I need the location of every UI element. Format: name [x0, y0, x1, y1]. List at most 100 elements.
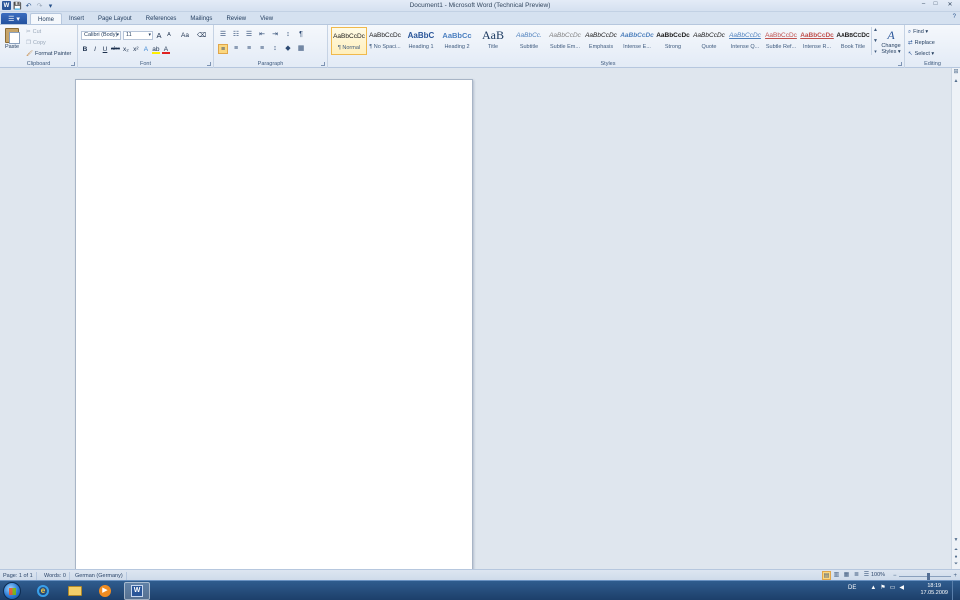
document-page[interactable]	[75, 79, 473, 569]
start-button[interactable]	[3, 582, 21, 600]
style-heading-2[interactable]: AaBbCc Heading 2	[439, 27, 475, 55]
page-count[interactable]: Page: 1 of 1	[0, 572, 37, 580]
italic-button[interactable]: I	[91, 45, 99, 54]
clock[interactable]: 18:19 17.05.2009	[920, 583, 948, 597]
multilevel-list-button[interactable]: ☰	[244, 30, 254, 40]
scroll-up-icon[interactable]: ▲	[952, 77, 960, 85]
sort-button[interactable]: ↕	[283, 30, 293, 40]
next-page-icon[interactable]: ⏷	[952, 560, 960, 568]
text-effects-button[interactable]: A	[142, 45, 150, 54]
clipboard-dialog-launcher-icon[interactable]	[71, 62, 75, 66]
grow-font-button[interactable]: A	[155, 31, 163, 40]
style-subtle-emphasis[interactable]: AaBbCcDc Subtle Em...	[547, 27, 583, 55]
taskbar-explorer[interactable]	[62, 582, 88, 600]
show-marks-button[interactable]: ¶	[296, 30, 306, 40]
underline-button[interactable]: U	[101, 45, 109, 54]
copy-button[interactable]: ❐ Copy	[26, 39, 71, 48]
shrink-font-button[interactable]: A	[165, 31, 173, 40]
style-quote[interactable]: AaBbCcDc Quote	[691, 27, 727, 55]
ruler-toggle-icon[interactable]: ⊞	[952, 68, 960, 76]
paste-button[interactable]: Paste	[3, 28, 21, 58]
cursor-icon: ↖	[908, 51, 913, 57]
style-subtitle[interactable]: AaBbCc. Subtitle	[511, 27, 547, 55]
justify-button[interactable]: ≡	[257, 44, 267, 54]
chevron-up-icon[interactable]: ▲	[873, 27, 878, 33]
style-heading-1[interactable]: AaBbC Heading 1	[403, 27, 439, 55]
highlight-button[interactable]: ab	[151, 45, 160, 54]
outline-icon[interactable]: ≣	[852, 571, 861, 580]
zoom-knob[interactable]	[926, 572, 930, 580]
taskbar-internet-explorer[interactable]: e	[30, 582, 56, 600]
line-spacing-button[interactable]: ↕	[270, 44, 280, 54]
font-dialog-launcher-icon[interactable]	[207, 62, 211, 66]
zoom-slider[interactable]: − +	[893, 572, 957, 580]
tray-expand-icon[interactable]: ▲	[870, 585, 876, 591]
zoom-in-button[interactable]: +	[953, 573, 957, 579]
volume-icon[interactable]: ◀	[899, 584, 904, 591]
font-family-combo[interactable]: Calibri (Body)	[81, 31, 121, 40]
change-case-button[interactable]: Aa	[181, 31, 189, 40]
style-emphasis[interactable]: AaBbCcDc Emphasis	[583, 27, 619, 55]
taskbar-media-player[interactable]: ▶	[92, 582, 118, 600]
format-painter-button[interactable]: 🖌 Format Painter	[26, 50, 71, 59]
styles-dialog-launcher-icon[interactable]	[898, 62, 902, 66]
style-book-title[interactable]: AaBbCcDc Book Title	[835, 27, 871, 55]
show-desktop-button[interactable]	[952, 581, 960, 600]
word-count[interactable]: Words: 0	[41, 572, 70, 580]
draft-icon[interactable]: ☰	[862, 571, 871, 580]
cut-button[interactable]: ✂ Cut	[26, 28, 71, 37]
minimize-button[interactable]: –	[918, 0, 929, 8]
align-left-button[interactable]: ≡	[218, 44, 228, 54]
more-styles-icon[interactable]: ▾	[874, 49, 877, 55]
clear-formatting-button[interactable]: ⌫	[197, 31, 206, 40]
network-icon[interactable]: ▭	[890, 584, 896, 591]
help-icon[interactable]: ?	[953, 14, 956, 20]
find-button[interactable]: ⌕ Find ▾	[908, 28, 935, 37]
subscript-button[interactable]: x₂	[122, 45, 130, 54]
language-tray[interactable]: DE	[848, 585, 856, 591]
web-layout-icon[interactable]: ▦	[842, 571, 851, 580]
font-color-button[interactable]: A	[161, 45, 170, 54]
taskbar-word[interactable]: W	[124, 582, 150, 600]
strikethrough-button[interactable]: abc	[111, 45, 120, 54]
style-normal[interactable]: AaBbCcDc ¶ Normal	[331, 27, 367, 55]
scroll-thumb[interactable]	[953, 86, 959, 588]
shading-button[interactable]: ◆	[283, 44, 293, 54]
bold-button[interactable]: B	[81, 45, 89, 54]
scroll-down-icon[interactable]: ▼	[952, 536, 960, 544]
borders-button[interactable]: ▦	[296, 44, 306, 54]
zoom-track[interactable]	[898, 572, 952, 580]
font-size-combo[interactable]: 11	[123, 31, 153, 40]
language-indicator[interactable]: German (Germany)	[72, 572, 127, 580]
numbering-button[interactable]: ☷	[231, 30, 241, 40]
chevron-down-icon[interactable]: ▼	[873, 38, 878, 44]
print-layout-icon[interactable]: ▤	[822, 571, 831, 580]
style-intense-emphasis[interactable]: AaBbCcDc Intense E...	[619, 27, 655, 55]
center-button[interactable]: ≡	[231, 44, 241, 54]
flag-icon[interactable]: ⚑	[880, 584, 885, 591]
bullets-button[interactable]: ☰	[218, 30, 228, 40]
style-intense-quote[interactable]: AaBbCcDc Intense Q...	[727, 27, 763, 55]
zoom-out-button[interactable]: −	[893, 573, 897, 579]
style-name: Strong	[664, 44, 682, 50]
file-menu-button[interactable]: ☰ ▾	[1, 13, 27, 24]
change-styles-button[interactable]: A Change Styles ▾	[880, 28, 902, 55]
increase-indent-button[interactable]: ⇥	[270, 30, 280, 40]
style-title[interactable]: AaB Title	[475, 27, 511, 55]
replace-button[interactable]: ⇄ Replace	[908, 39, 935, 48]
select-button[interactable]: ↖ Select ▾	[908, 50, 935, 59]
style-intense-reference[interactable]: AaBbCcDc Intense R...	[799, 27, 835, 55]
zoom-level[interactable]: 100%	[871, 572, 885, 578]
style-no-spacing[interactable]: AaBbCcDc ¶ No Spaci...	[367, 27, 403, 55]
full-screen-reading-icon[interactable]: ▥	[832, 571, 841, 580]
superscript-button[interactable]: x²	[132, 45, 140, 54]
paragraph-dialog-launcher-icon[interactable]	[321, 62, 325, 66]
maximize-button[interactable]: □	[930, 0, 941, 8]
style-strong[interactable]: AaBbCcDc Strong	[655, 27, 691, 55]
close-button[interactable]: ✕	[942, 0, 958, 8]
style-subtle-reference[interactable]: AaBbCcDc Subtle Ref...	[763, 27, 799, 55]
status-bar: Page: 1 of 1 Words: 0 German (Germany) ▤…	[0, 569, 960, 580]
align-right-button[interactable]: ≡	[244, 44, 254, 54]
decrease-indent-button[interactable]: ⇤	[257, 30, 267, 40]
vertical-scrollbar[interactable]: ⊞ ▲ ▼ ⏶ ● ⏷	[951, 68, 960, 569]
